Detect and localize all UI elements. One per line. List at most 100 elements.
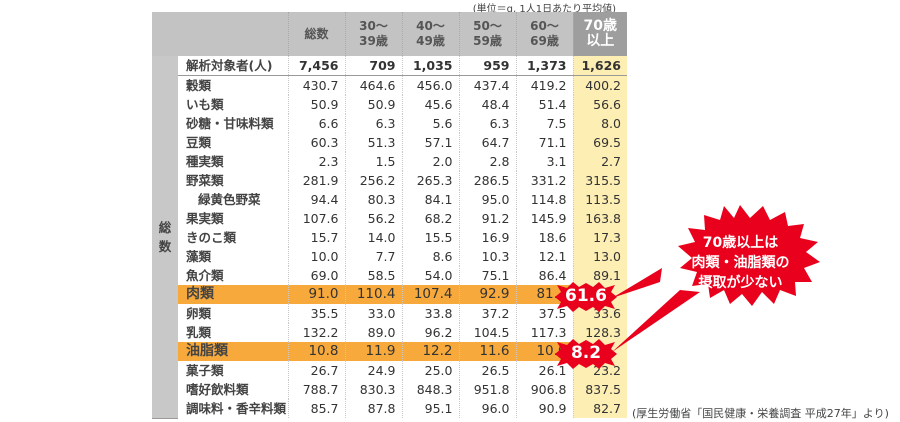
- cell-value: 256.2: [344, 171, 402, 190]
- col-header-line: 39歳: [359, 34, 388, 48]
- row-label: 調味料・香辛料類: [186, 401, 287, 416]
- subject-count-row: 総数 解析対象者(人) 7,456 709 1,035 959 1,373 1,…: [152, 56, 627, 419]
- cell-value: 281.9: [287, 171, 345, 190]
- row-label: 乳類: [186, 325, 212, 340]
- cell-value: 464.6: [344, 75, 402, 95]
- cell-value: 430.7: [287, 75, 345, 95]
- table-row: いも類 50.9 50.9 45.6 48.4 51.4 56.6: [152, 95, 627, 114]
- table-row: 藻類 10.0 7.7 8.6 10.3 12.1 13.0: [152, 247, 627, 266]
- col-header-40s: 40～ 49歳: [401, 12, 459, 56]
- row-label: 卵類: [186, 306, 212, 321]
- col-header-line: 60～: [530, 19, 559, 33]
- cell-value: 419.2: [515, 75, 573, 95]
- row-label: 肉類: [178, 285, 288, 304]
- cell-value: 709: [344, 56, 402, 76]
- row-label: 魚介類: [186, 268, 224, 283]
- callout-line: 肉類・油脂類の: [691, 255, 790, 271]
- callout-line: 摂取が少ない: [698, 275, 783, 291]
- cell-value: 437.4: [458, 75, 516, 95]
- row-label: 菓子類: [186, 363, 224, 378]
- row-label: 嗜好飲料類: [186, 382, 249, 397]
- table-row: 豆類 60.3 51.3 57.1 64.7 71.1 69.5: [152, 133, 627, 152]
- cell-value: 91.2: [458, 209, 516, 228]
- cell-value: 959: [458, 56, 516, 76]
- cell-value: 315.5: [572, 171, 627, 190]
- cell-value: 56.2: [344, 209, 402, 228]
- row-label: 果実類: [186, 211, 224, 226]
- cell-value: 7,456: [287, 56, 345, 76]
- cell-value: 400.2: [572, 75, 627, 95]
- cell-value: 51.3: [344, 133, 402, 152]
- table-row: 野菜類 281.9 256.2 265.3 286.5 331.2 315.5: [152, 171, 627, 190]
- cell-value: 18.6: [515, 228, 573, 247]
- cell-value: 331.2: [515, 171, 573, 190]
- cell-value: 6.3: [344, 114, 402, 133]
- cell-value: 87.8: [344, 399, 402, 418]
- cell-value: 91.0: [287, 285, 345, 304]
- cell-value: 48.4: [458, 95, 516, 114]
- callout-text: 70歳以上は 肉類・油脂類の 摂取が少ない: [663, 233, 818, 293]
- cell-value: 114.8: [515, 190, 573, 209]
- cell-value: 8.0: [572, 114, 627, 133]
- cell-value: 11.9: [344, 342, 402, 361]
- cell-value: 1,035: [401, 56, 459, 76]
- cell-value: 6.3: [458, 114, 516, 133]
- row-label: 豆類: [186, 135, 212, 150]
- row-label: 油脂類: [178, 342, 288, 361]
- cell-value: 12.1: [515, 247, 573, 266]
- cell-value: 1,626: [572, 56, 627, 76]
- cell-value: 848.3: [401, 380, 459, 399]
- cell-value: 37.2: [458, 304, 516, 323]
- cell-value: 107.6: [287, 209, 345, 228]
- cell-value: 2.8: [458, 152, 516, 171]
- cell-value: 51.4: [515, 95, 573, 114]
- cell-value: 10.8: [287, 342, 345, 361]
- cell-value: 15.7: [287, 228, 345, 247]
- cell-value: 2.7: [572, 152, 627, 171]
- cell-value: 90.9: [515, 399, 573, 418]
- cell-value: 60.3: [287, 133, 345, 152]
- col-header-50s: 50～ 59歳: [458, 12, 516, 56]
- cell-value: 50.9: [287, 95, 345, 114]
- cell-value: 110.4: [344, 285, 402, 304]
- cell-value: 3.1: [515, 152, 573, 171]
- cell-value: 2.3: [287, 152, 345, 171]
- cell-value: 788.7: [287, 380, 345, 399]
- cell-value: 906.8: [515, 380, 573, 399]
- cell-value: 85.7: [287, 399, 345, 418]
- cell-value: 830.3: [344, 380, 402, 399]
- cell-value: 26.7: [287, 361, 345, 380]
- cell-value: 26.5: [458, 361, 516, 380]
- cell-value: 1,373: [515, 56, 573, 76]
- cell-value: 71.1: [515, 133, 573, 152]
- cell-value: 45.6: [401, 95, 459, 114]
- cell-value: 50.9: [344, 95, 402, 114]
- cell-value: 96.0: [458, 399, 516, 418]
- cell-value: 95.0: [458, 190, 516, 209]
- col-header-line: 69歳: [530, 34, 559, 48]
- col-header-30s: 30～ 39歳: [344, 12, 402, 56]
- cell-value: 92.9: [458, 285, 516, 304]
- col-header-line: 40～: [416, 19, 445, 33]
- table-row: 穀類 430.7 464.6 456.0 437.4 419.2 400.2: [152, 75, 627, 95]
- cell-value: 132.2: [287, 323, 345, 342]
- cell-value: 95.1: [401, 399, 459, 418]
- cell-value: 10.3: [458, 247, 516, 266]
- row-label: きのこ類: [186, 230, 237, 245]
- col-header-line: 50～: [473, 19, 502, 33]
- cell-value: 107.4: [401, 285, 459, 304]
- cell-value: 82.7: [572, 399, 627, 418]
- cell-value: 69.5: [572, 133, 627, 152]
- col-header-line: 70歳: [583, 18, 617, 34]
- cell-value: 80.3: [344, 190, 402, 209]
- col-header-total: 総数: [287, 12, 345, 56]
- table-row: 嗜好飲料類 788.7 830.3 848.3 951.8 906.8 837.5: [152, 380, 627, 399]
- cell-value: 25.0: [401, 361, 459, 380]
- table-row: 緑黄色野菜 94.4 80.3 84.1 95.0 114.8 113.5: [152, 190, 627, 209]
- side-label: 総数: [152, 56, 178, 419]
- col-header-line: 49歳: [416, 34, 445, 48]
- cell-value: 12.2: [401, 342, 459, 361]
- row-label: 種実類: [186, 154, 224, 169]
- cell-value: 94.4: [287, 190, 345, 209]
- cell-value: 265.3: [401, 171, 459, 190]
